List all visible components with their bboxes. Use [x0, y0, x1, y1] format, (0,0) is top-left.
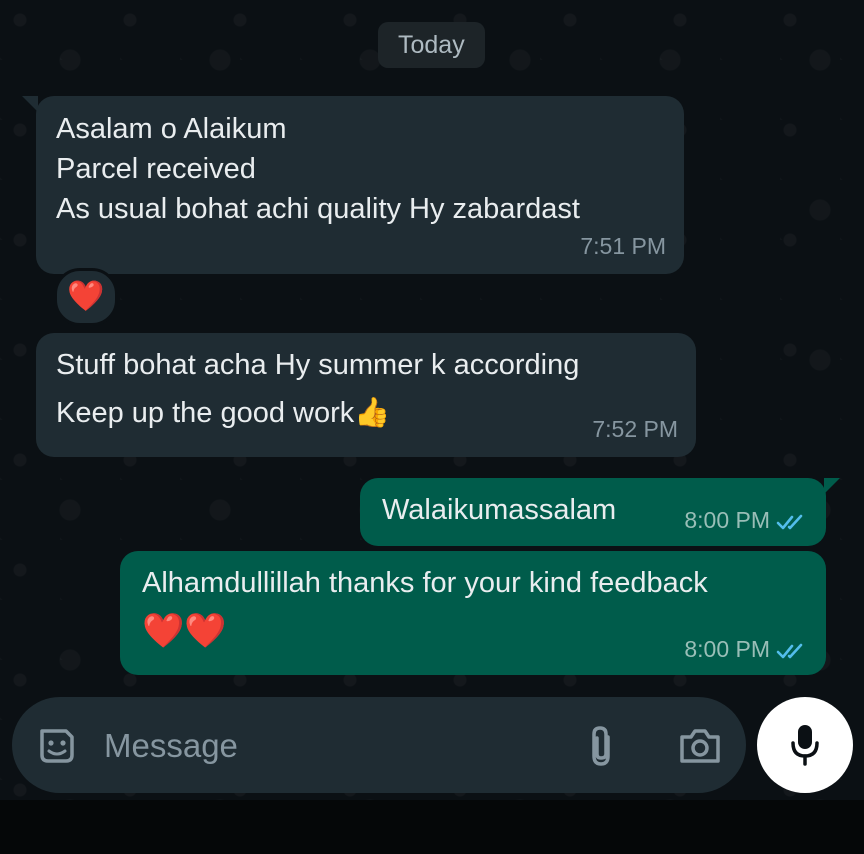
message-input[interactable]	[102, 717, 546, 775]
bubble-tail	[824, 478, 840, 494]
sticker-icon[interactable]	[36, 725, 78, 767]
message-bubble-incoming[interactable]: Asalam o Alaikum Parcel received As usua…	[36, 96, 684, 274]
message-timestamp: 8:00 PM	[684, 636, 770, 662]
message-timestamp: 7:52 PM	[592, 416, 678, 442]
message-meta: 8:00 PM	[684, 500, 810, 540]
navigation-bar	[0, 800, 864, 854]
read-receipt-icon	[776, 643, 803, 659]
message-text: Keep up the good work👍	[56, 397, 391, 429]
message-text: Parcel received	[56, 153, 256, 185]
voice-record-button[interactable]	[757, 697, 853, 793]
message-bubble-incoming[interactable]: Stuff bohat acha Hy summer k according K…	[36, 333, 696, 457]
camera-icon[interactable]	[678, 727, 722, 765]
mic-icon	[791, 725, 819, 766]
message-timestamp: 8:00 PM	[684, 507, 770, 533]
reaction-badge[interactable]: ❤️	[54, 268, 118, 326]
message-text: Asalam o Alaikum	[56, 113, 287, 145]
message-text: Alhamdullillah thanks for your kind feed…	[142, 567, 708, 599]
message-text: Stuff bohat acha Hy summer k according	[56, 349, 580, 381]
date-divider: Today	[378, 22, 485, 68]
message-meta: 8:00 PM	[684, 629, 810, 669]
message-bubble-outgoing[interactable]: Alhamdullillah thanks for your kind feed…	[120, 551, 826, 675]
attach-icon[interactable]	[586, 723, 616, 769]
message-bubble-outgoing[interactable]: Walaikumassalam 8:00 PM	[360, 478, 826, 546]
message-text: As usual bohat achi quality Hy zabardast	[56, 193, 580, 225]
read-receipt-icon	[776, 514, 803, 530]
message-timestamp: 7:51 PM	[580, 233, 666, 259]
message-composer	[12, 697, 746, 793]
